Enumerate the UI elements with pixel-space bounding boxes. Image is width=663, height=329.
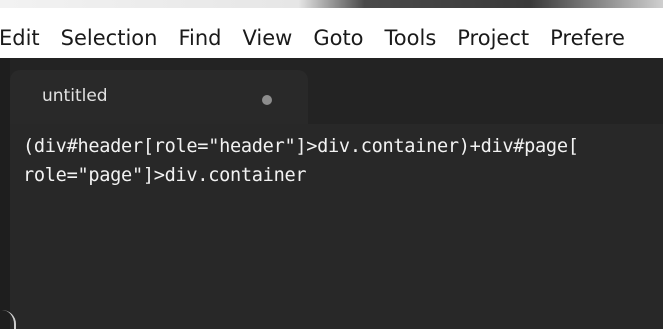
code-line: role="page"]>div.container	[23, 165, 307, 186]
menu-preferences[interactable]: Prefere	[550, 18, 625, 58]
tab-bar: untitled	[0, 58, 663, 126]
title-bar	[0, 0, 663, 8]
tab-untitled[interactable]: untitled	[8, 70, 309, 126]
menu-view[interactable]: View	[242, 18, 292, 58]
editor-frame: untitled (div#header[role="header"]>div.…	[0, 58, 663, 329]
menu-selection[interactable]: Selection	[61, 18, 158, 58]
menu-tools[interactable]: Tools	[385, 18, 437, 58]
menu-edit[interactable]: Edit	[0, 18, 40, 58]
window-left-edge	[0, 58, 10, 329]
code-editor[interactable]: (div#header[role="header"]>div.container…	[10, 124, 663, 329]
menu-find[interactable]: Find	[178, 18, 221, 58]
tab-title: untitled	[42, 86, 108, 106]
code-line: (div#header[role="header"]>div.container…	[23, 136, 579, 157]
editor-window: Edit Selection Find View Goto Tools Proj…	[0, 0, 663, 329]
menu-project[interactable]: Project	[457, 18, 529, 58]
unsaved-dot-icon[interactable]	[262, 95, 272, 105]
menu-bar: Edit Selection Find View Goto Tools Proj…	[0, 18, 663, 58]
menu-goto[interactable]: Goto	[313, 18, 363, 58]
